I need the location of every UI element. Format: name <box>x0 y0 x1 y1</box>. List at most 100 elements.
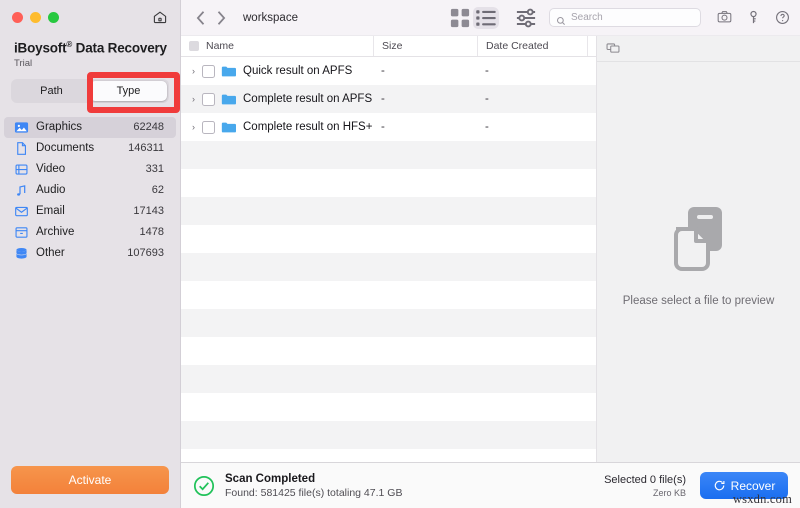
column-header-name[interactable]: Name <box>181 36 373 56</box>
row-name-cell[interactable]: › Complete result on APFS <box>181 85 373 113</box>
empty-row <box>181 393 596 421</box>
row-spacer-cell <box>587 85 596 113</box>
sidebar-item-label: Documents <box>36 142 95 154</box>
watermark: wsxdn.com <box>732 492 792 506</box>
table-header: Name Size Date Created <box>181 36 596 57</box>
sidebar-item-label: Other <box>36 247 65 259</box>
folder-icon <box>221 65 236 78</box>
sidebar-item-email[interactable]: Email 17143 <box>4 201 176 222</box>
help-icon[interactable] <box>775 10 790 25</box>
empty-row <box>181 337 596 365</box>
view-mode-segmented-control: Path Type <box>11 78 169 103</box>
content-body: Name Size Date Created › Quick result on… <box>181 36 800 462</box>
video-icon <box>14 162 29 177</box>
archive-icon <box>14 225 29 240</box>
chevron-left-icon[interactable] <box>191 8 211 28</box>
column-header-date-created[interactable]: Date Created <box>477 36 587 56</box>
sidebar-item-other[interactable]: Other 107693 <box>4 243 176 264</box>
sidebar-item-label: Archive <box>36 226 75 238</box>
row-name-label: Complete result on HFS+ <box>243 121 373 133</box>
segment-path[interactable]: Path <box>13 81 90 101</box>
status-bar: Scan Completed Found: 581425 file(s) tot… <box>181 462 800 508</box>
minimize-button[interactable] <box>30 11 41 23</box>
status-title: Scan Completed <box>225 472 316 485</box>
empty-row <box>181 141 596 169</box>
chevron-right-icon[interactable]: › <box>189 122 198 132</box>
window-controls <box>12 11 59 23</box>
table-row[interactable]: › Complete result on HFS+ - - <box>181 113 596 141</box>
documents-stack-icon <box>662 199 736 273</box>
chevron-right-icon[interactable]: › <box>189 94 198 104</box>
sidebar-item-documents[interactable]: Documents 146311 <box>4 138 176 159</box>
sidebar-item-label: Email <box>36 205 65 217</box>
column-label: Name <box>206 40 235 52</box>
selected-size-label: Zero KB <box>652 487 686 498</box>
activate-button[interactable]: Activate <box>11 466 169 494</box>
sidebar-item-count: 62248 <box>133 121 164 133</box>
app-title: iBoysoft® Data Recovery <box>14 40 167 56</box>
chevron-right-icon[interactable]: › <box>189 66 198 76</box>
row-size-cell: - <box>381 121 385 133</box>
file-list: Name Size Date Created › Quick result on… <box>181 36 597 462</box>
chevron-right-icon[interactable] <box>211 8 231 28</box>
main-area: workspace Search Name Size Date Created … <box>181 0 800 508</box>
empty-row <box>181 197 596 225</box>
table-row[interactable]: › Quick result on APFS - - <box>181 57 596 85</box>
sidebar-item-count: 62 <box>151 184 164 196</box>
row-spacer-cell <box>587 113 596 141</box>
row-date-cell: - <box>485 65 489 77</box>
preview-empty-state: Please select a file to preview <box>597 62 800 462</box>
sidebar-item-video[interactable]: Video 331 <box>4 159 176 180</box>
row-name-cell[interactable]: › Quick result on APFS <box>181 57 373 85</box>
refresh-icon <box>713 479 726 492</box>
empty-row <box>181 365 596 393</box>
grid-view-icon[interactable] <box>447 7 473 29</box>
camera-icon[interactable] <box>717 10 732 25</box>
close-button[interactable] <box>12 11 23 23</box>
sidebar-item-audio[interactable]: Audio 62 <box>4 180 176 201</box>
empty-row <box>181 169 596 197</box>
sidebar-item-label: Video <box>36 163 66 175</box>
toolbar-actions <box>717 10 790 25</box>
preview-empty-message: Please select a file to preview <box>622 295 775 307</box>
recover-label: Recover <box>730 478 776 493</box>
table-rows: › Quick result on APFS - - › Complete re… <box>181 57 596 462</box>
sidebar-item-archive[interactable]: Archive 1478 <box>4 222 176 243</box>
folder-icon <box>221 93 236 106</box>
row-checkbox[interactable] <box>202 120 215 134</box>
row-name-cell[interactable]: › Complete result on HFS+ <box>181 113 373 141</box>
filter-sliders-icon[interactable] <box>513 7 539 29</box>
layers-icon[interactable] <box>606 42 620 56</box>
select-all-checkbox[interactable] <box>189 41 199 51</box>
breadcrumb[interactable]: workspace <box>243 12 298 24</box>
category-list: Graphics 62248 Documents 146311 Video 33… <box>0 116 180 264</box>
row-date-cell: - <box>485 93 489 105</box>
empty-row <box>181 421 596 449</box>
segment-type[interactable]: Type <box>90 80 167 101</box>
row-name-label: Quick result on APFS <box>243 65 353 77</box>
database-icon <box>14 246 29 261</box>
maximize-button[interactable] <box>48 11 59 23</box>
key-icon[interactable] <box>746 10 761 25</box>
row-spacer-cell <box>587 57 596 85</box>
list-view-icon[interactable] <box>473 6 499 29</box>
row-checkbox[interactable] <box>202 92 215 106</box>
status-subtitle: Found: 581425 file(s) totaling 47.1 GB <box>225 486 403 499</box>
row-checkbox[interactable] <box>202 64 215 78</box>
sidebar-item-count: 1478 <box>139 226 164 238</box>
view-toggle-group <box>447 6 499 29</box>
column-header-size[interactable]: Size <box>373 36 477 56</box>
brand-block: iBoysoft® Data Recovery Trial <box>0 34 180 69</box>
sidebar-item-graphics[interactable]: Graphics 62248 <box>4 116 176 138</box>
empty-row <box>181 225 596 253</box>
row-size-cell: - <box>381 65 385 77</box>
empty-row <box>181 253 596 281</box>
search-input[interactable]: Search <box>549 8 701 27</box>
sidebar-item-count: 331 <box>145 163 164 175</box>
preview-pane: Please select a file to preview <box>597 36 800 462</box>
image-icon <box>14 120 29 135</box>
table-row[interactable]: › Complete result on APFS - - <box>181 85 596 113</box>
document-icon <box>14 141 29 156</box>
row-date-cell: - <box>485 121 489 133</box>
home-icon[interactable] <box>152 9 168 25</box>
